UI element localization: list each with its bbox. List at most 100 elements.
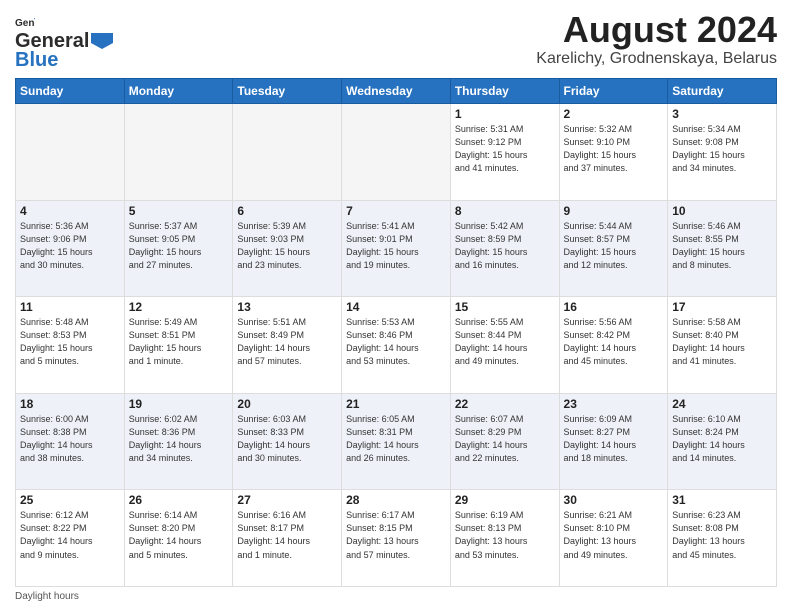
day-number: 3 — [672, 107, 772, 121]
day-info: Sunrise: 5:51 AM Sunset: 8:49 PM Dayligh… — [237, 316, 337, 368]
title-block: August 2024 Karelichy, Grodnenskaya, Bel… — [536, 10, 777, 68]
calendar-cell: 2Sunrise: 5:32 AM Sunset: 9:10 PM Daylig… — [559, 104, 668, 201]
calendar-cell: 11 Sunrise: 5:48 AM Sunset: 8:53 PM Dayli… — [16, 297, 125, 394]
day-number: 15 — [455, 300, 555, 314]
logo-flag-icon — [91, 33, 113, 49]
calendar-cell: 15Sunrise: 5:55 AM Sunset: 8:44 PM Dayli… — [450, 297, 559, 394]
day-number: 19 — [129, 397, 229, 411]
day-info: Sunrise: 5:31 AM Sunset: 9:12 PM Dayligh… — [455, 123, 555, 175]
day-number: 29 — [455, 493, 555, 507]
day-info: Sunrise: 5:44 AM Sunset: 8:57 PM Dayligh… — [564, 220, 664, 272]
calendar-week-3: 11 Sunrise: 5:48 AM Sunset: 8:53 PM Dayli… — [16, 297, 777, 394]
logo-blue: Blue — [15, 49, 58, 72]
day-number: 2 — [564, 107, 664, 121]
day-number: 21 — [346, 397, 446, 411]
day-info: Sunrise: 6:10 AM Sunset: 8:24 PM Dayligh… — [672, 413, 772, 465]
day-number: 16 — [564, 300, 664, 314]
logo: General General Blue — [15, 14, 113, 72]
calendar-cell: 27 Sunrise: 6:16 AM Sunset: 8:17 PM Dayli… — [233, 490, 342, 587]
weekday-header-thursday: Thursday — [450, 79, 559, 104]
calendar-cell: 13 Sunrise: 5:51 AM Sunset: 8:49 PM Dayli… — [233, 297, 342, 394]
calendar-cell: 29 Sunrise: 6:19 AM Sunset: 8:13 PM Dayli… — [450, 490, 559, 587]
weekday-header-friday: Friday — [559, 79, 668, 104]
svg-text:General: General — [15, 18, 35, 29]
day-info: Sunrise: 6:02 AM Sunset: 8:36 PM Dayligh… — [129, 413, 229, 465]
calendar-cell — [124, 104, 233, 201]
day-number: 4 — [20, 204, 120, 218]
day-info: Sunrise: 6:16 AM Sunset: 8:17 PM Dayligh… — [237, 509, 337, 561]
day-info: Sunrise: 6:14 AM Sunset: 8:20 PM Dayligh… — [129, 509, 229, 561]
calendar-cell: 17 Sunrise: 5:58 AM Sunset: 8:40 PM Dayli… — [668, 297, 777, 394]
day-number: 26 — [129, 493, 229, 507]
calendar-cell: 24 Sunrise: 6:10 AM Sunset: 8:24 PM Dayli… — [668, 393, 777, 490]
day-info: Sunrise: 5:34 AM Sunset: 9:08 PM Dayligh… — [672, 123, 772, 175]
day-number: 13 — [237, 300, 337, 314]
footer-text: Daylight hours — [15, 591, 79, 602]
day-number: 30 — [564, 493, 664, 507]
calendar-cell: 31 Sunrise: 6:23 AM Sunset: 8:08 PM Dayli… — [668, 490, 777, 587]
logo-icon: General — [15, 16, 35, 30]
day-info: Sunrise: 6:17 AM Sunset: 8:15 PM Dayligh… — [346, 509, 446, 561]
day-info: Sunrise: 5:39 AM Sunset: 9:03 PM Dayligh… — [237, 220, 337, 272]
weekday-header-sunday: Sunday — [16, 79, 125, 104]
calendar-cell: 1 Sunrise: 5:31 AM Sunset: 9:12 PM Daylig… — [450, 104, 559, 201]
calendar-cell: 8 Sunrise: 5:42 AM Sunset: 8:59 PM Daylig… — [450, 200, 559, 297]
weekday-header-wednesday: Wednesday — [342, 79, 451, 104]
calendar-cell: 12Sunrise: 5:49 AM Sunset: 8:51 PM Dayli… — [124, 297, 233, 394]
day-number: 1 — [455, 107, 555, 121]
footer: Daylight hours — [15, 591, 777, 602]
weekday-header-monday: Monday — [124, 79, 233, 104]
day-number: 5 — [129, 204, 229, 218]
calendar-cell: 21Sunrise: 6:05 AM Sunset: 8:31 PM Dayli… — [342, 393, 451, 490]
day-number: 22 — [455, 397, 555, 411]
day-number: 11 — [20, 300, 120, 314]
calendar-cell: 10Sunrise: 5:46 AM Sunset: 8:55 PM Dayli… — [668, 200, 777, 297]
calendar-cell: 7Sunrise: 5:41 AM Sunset: 9:01 PM Daylig… — [342, 200, 451, 297]
day-info: Sunrise: 5:56 AM Sunset: 8:42 PM Dayligh… — [564, 316, 664, 368]
calendar-week-2: 4 Sunrise: 5:36 AM Sunset: 9:06 PM Daylig… — [16, 200, 777, 297]
calendar-cell: 6 Sunrise: 5:39 AM Sunset: 9:03 PM Daylig… — [233, 200, 342, 297]
day-info: Sunrise: 6:09 AM Sunset: 8:27 PM Dayligh… — [564, 413, 664, 465]
day-number: 7 — [346, 204, 446, 218]
day-number: 31 — [672, 493, 772, 507]
day-number: 17 — [672, 300, 772, 314]
day-number: 27 — [237, 493, 337, 507]
day-info: Sunrise: 5:58 AM Sunset: 8:40 PM Dayligh… — [672, 316, 772, 368]
calendar-cell: 9 Sunrise: 5:44 AM Sunset: 8:57 PM Daylig… — [559, 200, 668, 297]
day-info: Sunrise: 5:36 AM Sunset: 9:06 PM Dayligh… — [20, 220, 120, 272]
day-number: 12 — [129, 300, 229, 314]
day-info: Sunrise: 6:12 AM Sunset: 8:22 PM Dayligh… — [20, 509, 120, 561]
calendar-cell: 14 Sunrise: 5:53 AM Sunset: 8:46 PM Dayli… — [342, 297, 451, 394]
day-info: Sunrise: 5:46 AM Sunset: 8:55 PM Dayligh… — [672, 220, 772, 272]
calendar-week-5: 25 Sunrise: 6:12 AM Sunset: 8:22 PM Dayli… — [16, 490, 777, 587]
day-info: Sunrise: 6:23 AM Sunset: 8:08 PM Dayligh… — [672, 509, 772, 561]
calendar-cell: 19 Sunrise: 6:02 AM Sunset: 8:36 PM Dayli… — [124, 393, 233, 490]
day-number: 23 — [564, 397, 664, 411]
calendar-cell — [16, 104, 125, 201]
day-info: Sunrise: 6:19 AM Sunset: 8:13 PM Dayligh… — [455, 509, 555, 561]
header: General General Blue August 2024 Karelic… — [15, 10, 777, 72]
day-number: 8 — [455, 204, 555, 218]
calendar-cell: 4 Sunrise: 5:36 AM Sunset: 9:06 PM Daylig… — [16, 200, 125, 297]
calendar-week-1: 1 Sunrise: 5:31 AM Sunset: 9:12 PM Daylig… — [16, 104, 777, 201]
page-subtitle: Karelichy, Grodnenskaya, Belarus — [536, 50, 777, 68]
calendar-week-4: 18Sunrise: 6:00 AM Sunset: 8:38 PM Dayli… — [16, 393, 777, 490]
day-number: 24 — [672, 397, 772, 411]
day-number: 9 — [564, 204, 664, 218]
day-number: 20 — [237, 397, 337, 411]
calendar-cell: 23 Sunrise: 6:09 AM Sunset: 8:27 PM Dayli… — [559, 393, 668, 490]
day-number: 28 — [346, 493, 446, 507]
day-info: Sunrise: 6:00 AM Sunset: 8:38 PM Dayligh… — [20, 413, 120, 465]
calendar-cell: 18Sunrise: 6:00 AM Sunset: 8:38 PM Dayli… — [16, 393, 125, 490]
calendar-table: SundayMondayTuesdayWednesdayThursdayFrid… — [15, 78, 777, 587]
day-number: 14 — [346, 300, 446, 314]
calendar-cell — [233, 104, 342, 201]
weekday-header-saturday: Saturday — [668, 79, 777, 104]
day-info: Sunrise: 5:48 AM Sunset: 8:53 PM Dayligh… — [20, 316, 120, 368]
day-number: 25 — [20, 493, 120, 507]
calendar-cell: 16 Sunrise: 5:56 AM Sunset: 8:42 PM Dayli… — [559, 297, 668, 394]
day-info: Sunrise: 6:21 AM Sunset: 8:10 PM Dayligh… — [564, 509, 664, 561]
day-number: 6 — [237, 204, 337, 218]
day-info: Sunrise: 5:53 AM Sunset: 8:46 PM Dayligh… — [346, 316, 446, 368]
day-info: Sunrise: 5:42 AM Sunset: 8:59 PM Dayligh… — [455, 220, 555, 272]
